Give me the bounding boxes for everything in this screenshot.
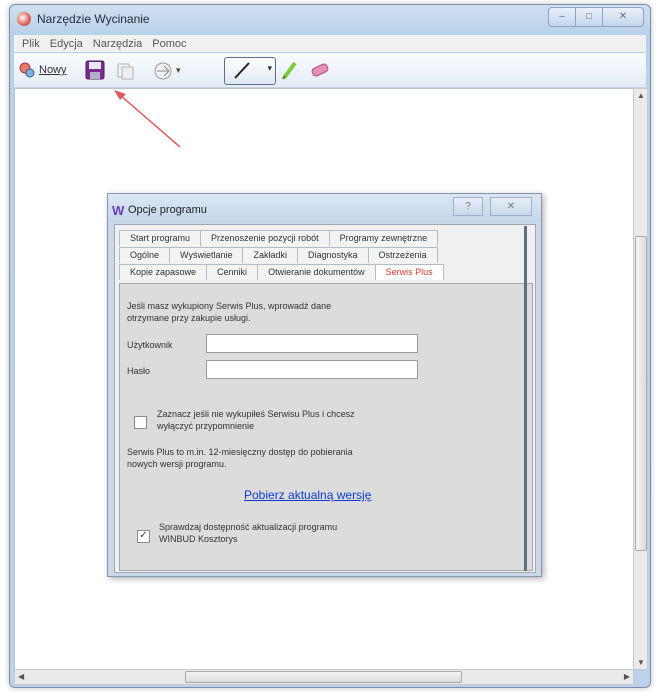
tabs-row-1: Start programu Przenoszenie pozycji robó…	[119, 230, 439, 246]
tab-ogolne[interactable]: Ogólne	[119, 247, 171, 263]
window-title: Narzędzie Wycinanie	[37, 12, 150, 26]
minimize-button[interactable]: –	[548, 7, 576, 27]
send-icon	[154, 62, 172, 80]
dialog-edge-shadow	[524, 226, 527, 571]
tab-cenniki[interactable]: Cenniki	[206, 264, 259, 280]
tab-otwieranie-dokumentow[interactable]: Otwieranie dokumentów	[257, 264, 376, 280]
tab-serwis-plus[interactable]: Serwis Plus	[374, 264, 444, 280]
serwis-plus-panel: Jeśli masz wykupiony Serwis Plus, wprowa…	[119, 283, 533, 571]
scroll-right-icon[interactable]: ▶	[624, 672, 630, 681]
password-label: Hasło	[127, 366, 151, 376]
menu-edycja[interactable]: Edycja	[50, 38, 83, 50]
tabs-row-2: Ogólne Wyświetlanie Zakładki Diagnostyka…	[119, 247, 438, 263]
scissors-app-icon	[17, 12, 31, 26]
maximize-button[interactable]: □	[575, 7, 603, 27]
tab-zakladki[interactable]: Zakładki	[242, 247, 298, 263]
pen-dropdown-icon[interactable]: ▾	[267, 63, 272, 74]
options-dialog: W Opcje programu ? ✕ Start programu Prze…	[107, 193, 542, 577]
save-icon	[85, 60, 105, 80]
password-field[interactable]	[206, 360, 418, 379]
intro-text-line2: otrzymane przy zakupie usługi.	[127, 313, 251, 323]
download-latest-version-link[interactable]: Pobierz aktualną wersję	[244, 488, 371, 502]
horizontal-scrollbar[interactable]: ◀ ▶	[14, 669, 634, 685]
tab-ostrzezenia[interactable]: Ostrzeżenia	[367, 247, 438, 263]
send-snip-button[interactable]: ▾	[152, 59, 186, 81]
eraser-button[interactable]	[308, 59, 334, 81]
check-updates-checkbox[interactable]: ✓	[137, 530, 150, 543]
info-text-line2: nowych wersji programu.	[127, 459, 227, 469]
check-updates-line1: Sprawdzaj dostępność aktualizacji progra…	[159, 522, 338, 532]
toolbar: Nowy ▾ ▾	[14, 53, 646, 88]
new-snip-label: Nowy	[39, 64, 67, 76]
tabs-row-3: Kopie zapasowe Cenniki Otwieranie dokume…	[119, 264, 444, 280]
scroll-left-icon[interactable]: ◀	[18, 672, 24, 681]
dialog-title: Opcje programu	[128, 204, 207, 216]
reminder-text-line1: Zaznacz jeśli nie wykupiłeś Serwisu Plus…	[157, 409, 355, 419]
save-button[interactable]	[84, 59, 108, 81]
pen-icon	[234, 62, 250, 79]
check-updates-line2: WINBUD Kosztorys	[159, 534, 238, 544]
new-snip-icon	[19, 62, 35, 78]
menu-plik[interactable]: Plik	[22, 38, 40, 50]
scroll-up-icon[interactable]: ▲	[637, 91, 645, 100]
tab-programy-zewnetrzne[interactable]: Programy zewnętrzne	[328, 230, 439, 246]
copy-button[interactable]	[114, 59, 136, 81]
dialog-title-bar: W Opcje programu ? ✕	[108, 194, 541, 222]
user-field[interactable]	[206, 334, 418, 353]
menu-narzedzia[interactable]: Narzędzia	[93, 38, 143, 50]
horizontal-scroll-thumb[interactable]	[185, 671, 462, 683]
highlighter-button[interactable]	[280, 59, 300, 81]
tab-kopie-zapasowe[interactable]: Kopie zapasowe	[119, 264, 208, 280]
user-label: Użytkownik	[127, 340, 173, 350]
title-bar: Narzędzie Wycinanie – □ ✕	[10, 5, 650, 33]
new-snip-button[interactable]: Nowy	[18, 59, 76, 81]
tab-wyswietlanie[interactable]: Wyświetlanie	[169, 247, 244, 263]
copy-icon	[117, 63, 134, 80]
winbud-logo-icon: W	[112, 203, 125, 218]
intro-text-line1: Jeśli masz wykupiony Serwis Plus, wprowa…	[127, 301, 332, 311]
tab-start-programu[interactable]: Start programu	[119, 230, 202, 246]
scroll-down-icon[interactable]: ▼	[637, 658, 645, 667]
tab-przenoszenie[interactable]: Przenoszenie pozycji robót	[200, 230, 330, 246]
vertical-scrollbar[interactable]: ▲ ▼	[633, 88, 648, 670]
eraser-icon	[311, 63, 329, 77]
tab-diagnostyka[interactable]: Diagnostyka	[296, 247, 369, 263]
pen-tool-button[interactable]: ▾	[224, 57, 276, 85]
send-dropdown-icon[interactable]: ▾	[176, 65, 181, 76]
info-text-line1: Serwis Plus to m.in. 12-miesięczny dostę…	[127, 447, 353, 457]
close-button[interactable]: ✕	[602, 7, 644, 27]
menu-pomoc[interactable]: Pomoc	[152, 38, 186, 50]
menu-bar: Plik Edycja Narzędzia Pomoc	[14, 35, 646, 52]
dialog-help-button[interactable]: ?	[453, 197, 483, 216]
highlighter-icon	[282, 61, 297, 80]
disable-reminder-checkbox[interactable]	[134, 416, 147, 429]
dialog-close-button[interactable]: ✕	[490, 197, 532, 216]
dialog-body: Start programu Przenoszenie pozycji robó…	[114, 224, 536, 573]
reminder-text-line2: wyłączyć przypomnienie	[157, 421, 255, 431]
vertical-scroll-thumb[interactable]	[635, 236, 647, 551]
